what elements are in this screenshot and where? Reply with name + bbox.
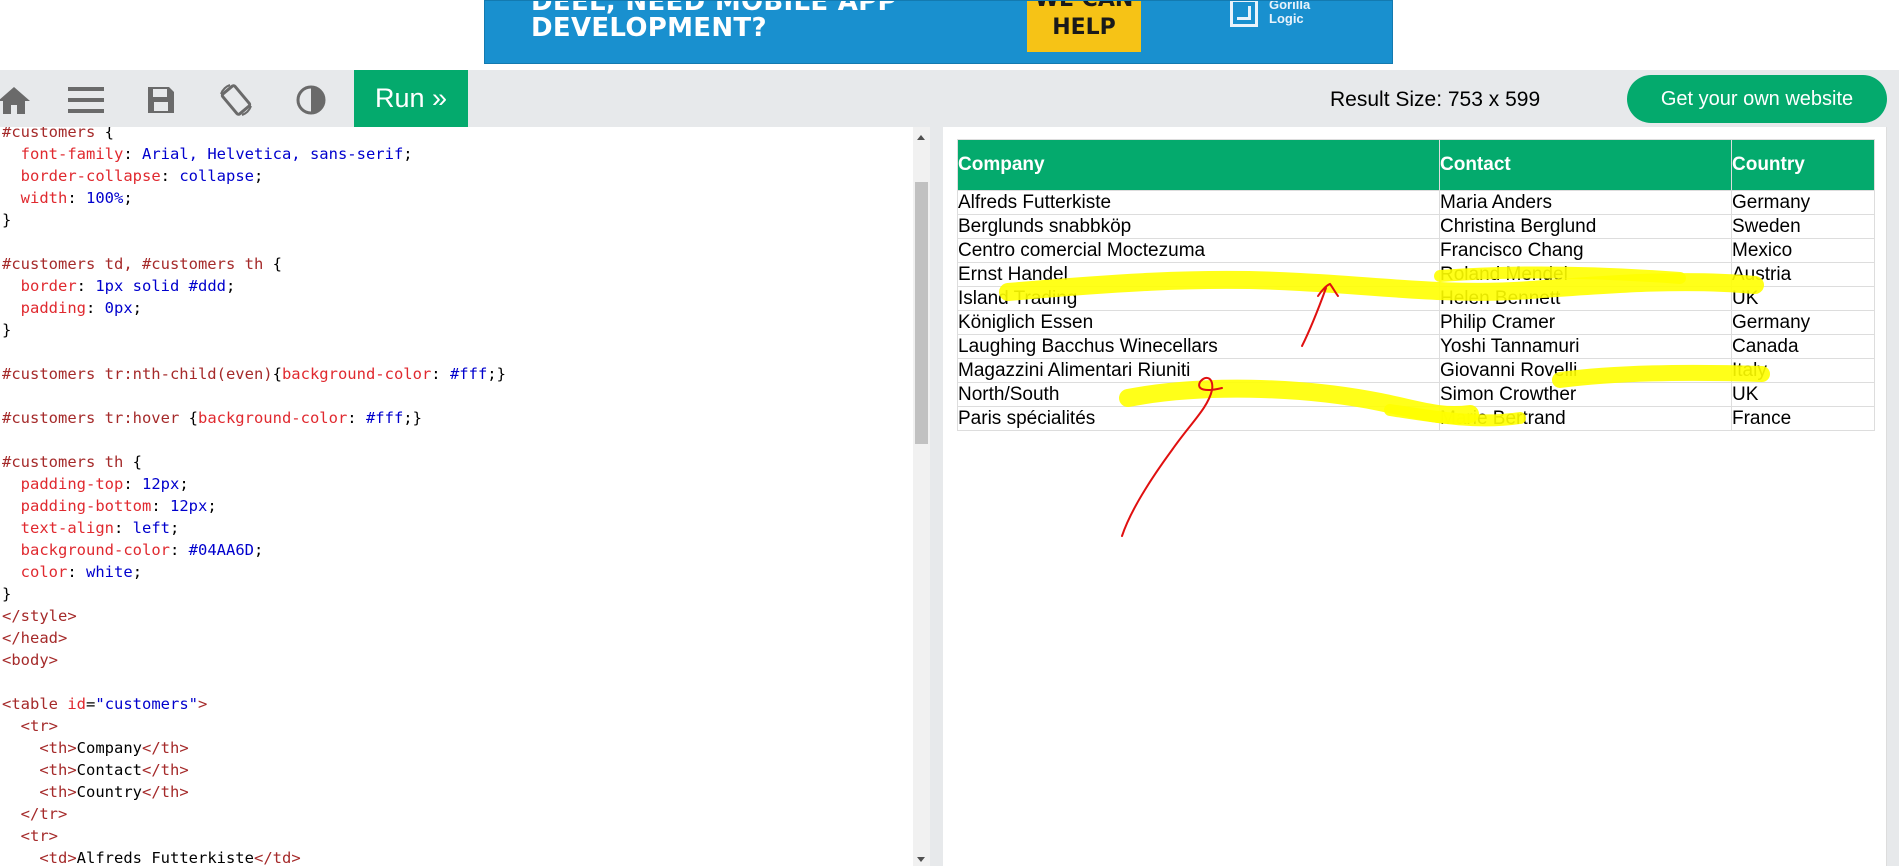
run-button[interactable]: Run » [354, 70, 468, 127]
ad-cta-button[interactable]: WE CAN HELP [1027, 1, 1141, 52]
table-row: Ernst Handel Roland Mendel Austria [957, 262, 1875, 287]
cell-company: North/South [957, 382, 1440, 407]
cell-company: Magazzini Alimentari Riuniti [957, 358, 1440, 383]
cell-company: Berglunds snabbköp [957, 214, 1440, 239]
ad-cta-line2: HELP [1052, 15, 1116, 40]
code-editor[interactable]: #customers { font-family: Arial, Helveti… [0, 127, 910, 866]
rotate-icon[interactable] [216, 82, 256, 118]
editor-scrollbar[interactable] [913, 127, 930, 866]
contrast-icon[interactable] [291, 82, 331, 118]
home-icon[interactable] [0, 82, 34, 118]
cell-company: Alfreds Futterkiste [957, 190, 1440, 215]
cell-company: Laughing Bacchus Winecellars [957, 334, 1440, 359]
cell-country: Germany [1731, 310, 1875, 335]
customers-table: Company Contact Country Alfreds Futterki… [957, 139, 1875, 431]
result-size-label: Result Size: 753 x 599 [1330, 88, 1541, 111]
cell-company: Centro comercial Moctezuma [957, 238, 1440, 263]
cell-contact: Roland Mendel [1439, 262, 1732, 287]
table-row: Paris spécialités Marie Bertrand France [957, 406, 1875, 431]
right-gutter [1887, 127, 1899, 866]
cell-contact: Philip Cramer [1439, 310, 1732, 335]
header-contact: Contact [1439, 139, 1732, 191]
menu-icon[interactable] [66, 82, 106, 118]
cell-contact: Francisco Chang [1439, 238, 1732, 263]
cell-country: Sweden [1731, 214, 1875, 239]
scroll-up-arrow-icon[interactable] [917, 135, 925, 140]
get-your-own-website-button[interactable]: Get your own website [1627, 75, 1887, 123]
scroll-thumb[interactable] [915, 182, 928, 444]
table-row: Magazzini Alimentari Riuniti Giovanni Rov… [957, 358, 1875, 383]
cell-country: Germany [1731, 190, 1875, 215]
cell-contact: Maria Anders [1439, 190, 1732, 215]
ad-logo-text-line2: Logic [1269, 11, 1304, 26]
cell-company: Island Trading [957, 286, 1440, 311]
table-row: Alfreds Futterkiste Maria Anders Germany [957, 190, 1875, 215]
table-row: North/South Simon Crowther UK [957, 382, 1875, 407]
cell-country: Mexico [1731, 238, 1875, 263]
header-country: Country [1731, 139, 1875, 191]
table-row: Berglunds snabbköp Christina Berglund Swed… [957, 214, 1875, 239]
cell-company: Ernst Handel [957, 262, 1440, 287]
cell-contact: Simon Crowther [1439, 382, 1732, 407]
cell-company: Paris spécialités [957, 406, 1440, 431]
cell-country: France [1731, 406, 1875, 431]
ad-cta-line1: WE CAN [1027, 1, 1141, 12]
table-row: Laughing Bacchus Winecellars Yoshi Tannam… [957, 334, 1875, 359]
cell-country: UK [1731, 382, 1875, 407]
cell-contact: Helen Bennett [1439, 286, 1732, 311]
table-row: Königlich Essen Philip Cramer Germany [957, 310, 1875, 335]
cell-country: UK [1731, 286, 1875, 311]
ad-banner[interactable]: DEEL, NEED MOBILE APP DEVELOPMENT? WE CA… [484, 0, 1393, 64]
table-row: Island Trading Helen Bennett UK [957, 286, 1875, 311]
cell-country: Austria [1731, 262, 1875, 287]
code-text[interactable]: #customers { font-family: Arial, Helveti… [2, 127, 506, 866]
cell-contact: Giovanni Rovelli [1439, 358, 1732, 383]
pane-divider[interactable] [930, 127, 942, 866]
cell-country: Canada [1731, 334, 1875, 359]
cell-contact: Marie Bertrand [1439, 406, 1732, 431]
toolbar: Run » Result Size: 753 x 599 Get your ow… [0, 70, 1899, 127]
table-row: Centro comercial Moctezuma Francisco Chan… [957, 238, 1875, 263]
cell-contact: Yoshi Tannamuri [1439, 334, 1732, 359]
header-company: Company [957, 139, 1440, 191]
cell-country: Italy [1731, 358, 1875, 383]
cell-company: Königlich Essen [957, 310, 1440, 335]
cell-contact: Christina Berglund [1439, 214, 1732, 239]
gorilla-logic-logo-icon [1230, 1, 1258, 27]
scroll-down-arrow-icon[interactable] [917, 857, 925, 862]
ad-headline-line2: DEVELOPMENT? [531, 13, 767, 43]
table-header-row: Company Contact Country [957, 139, 1875, 191]
result-pane: Company Contact Country Alfreds Futterki… [942, 127, 1887, 866]
save-icon[interactable] [141, 82, 181, 118]
